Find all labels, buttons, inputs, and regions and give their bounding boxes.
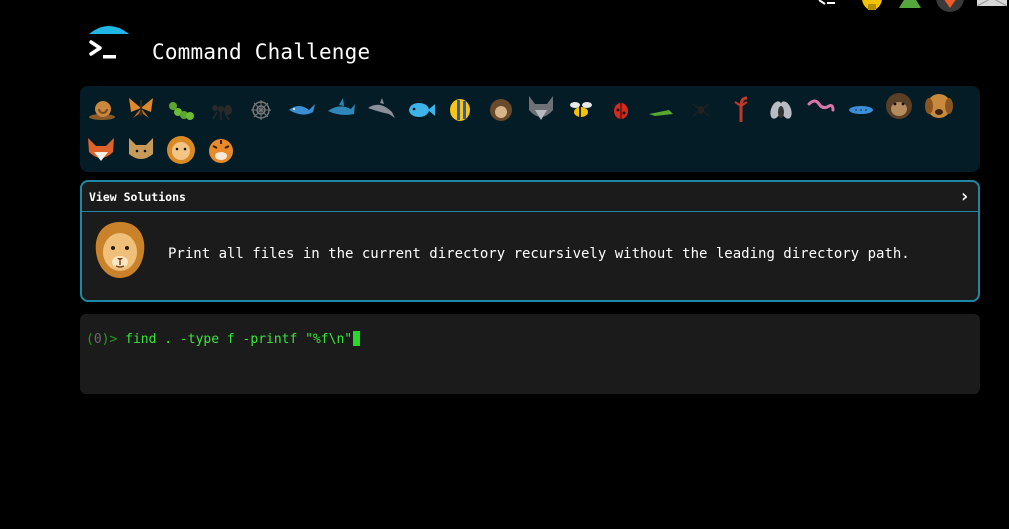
dog-icon [925, 94, 953, 118]
level-caterpillar[interactable] [165, 92, 197, 124]
tropical-fish-icon [450, 99, 470, 121]
chevron-right-icon: › [959, 186, 970, 207]
fish-icon [409, 103, 435, 117]
tree-icon[interactable] [897, 0, 923, 12]
page: Command Challenge View Solutions › Print… [0, 0, 1009, 529]
shark-icon [328, 98, 355, 115]
fly-icon [770, 101, 792, 119]
level-snail[interactable] [85, 92, 117, 124]
level-hedgehog[interactable] [485, 92, 517, 124]
level-ant[interactable] [205, 92, 237, 124]
level-worm[interactable] [805, 92, 837, 124]
bee-icon [570, 102, 592, 117]
top-toolbar [769, 0, 1009, 14]
level-monkey[interactable] [883, 90, 915, 122]
spider-icon [692, 103, 710, 117]
level-wolf[interactable] [525, 92, 557, 124]
hedgehog-icon [490, 99, 512, 121]
scorpion-icon [734, 96, 748, 122]
level-bee[interactable] [565, 92, 597, 124]
terminal-command[interactable]: find . -type f -printf "%f\n" [125, 332, 352, 347]
monkey-icon [886, 93, 912, 119]
level-cat[interactable] [125, 134, 157, 166]
level-grasshopper[interactable] [645, 92, 677, 124]
lion-icon [95, 222, 145, 278]
whale-icon [289, 104, 315, 115]
cat-icon [129, 138, 153, 159]
mail-icon[interactable] [975, 0, 1009, 12]
level-tropical-fish[interactable] [445, 92, 477, 124]
logo-icon[interactable] [87, 24, 131, 68]
dolphin-icon [368, 98, 395, 118]
grasshopper-icon [649, 110, 673, 116]
caterpillar-icon [169, 102, 194, 120]
challenge-description: Print all files in the current directory… [168, 246, 910, 262]
terminal-input-line[interactable]: (0)> find . -type f -printf "%f\n" [86, 331, 361, 347]
level-strip [80, 86, 980, 172]
lightbulb-icon[interactable] [857, 0, 887, 12]
level-ladybug[interactable] [605, 92, 637, 124]
microbe-icon [849, 106, 873, 114]
level-spider[interactable] [685, 92, 717, 124]
brave-icon[interactable] [933, 0, 967, 12]
snail-icon [89, 101, 115, 120]
terminal-prompt: (0)> [86, 332, 125, 347]
level-scorpion[interactable] [725, 92, 757, 124]
level-shark[interactable] [325, 92, 357, 124]
lion-icon [167, 136, 195, 164]
terminal[interactable]: (0)> find . -type f -printf "%f\n" [80, 314, 980, 394]
butterfly-icon [129, 98, 153, 118]
spider-web-icon [251, 100, 271, 120]
level-dog[interactable] [923, 90, 955, 122]
prompt-exit-code: 0 [93, 332, 102, 347]
view-solutions-toggle[interactable]: View Solutions › [82, 182, 978, 212]
tiger-icon [209, 139, 233, 163]
level-tiger[interactable] [205, 134, 237, 166]
terminal-icon[interactable] [817, 0, 837, 6]
level-fly[interactable] [765, 92, 797, 124]
level-fox[interactable] [85, 134, 117, 166]
app-title: Command Challenge [152, 40, 371, 64]
level-lion[interactable] [165, 134, 197, 166]
level-microbe[interactable] [845, 92, 877, 124]
ant-icon [212, 105, 232, 121]
level-spider-web[interactable] [245, 92, 277, 124]
level-dolphin[interactable] [365, 92, 397, 124]
level-fish[interactable] [405, 92, 437, 124]
prompt-open: ( [86, 332, 94, 347]
challenge-panel: View Solutions › Print all files in the … [80, 180, 980, 302]
terminal-cursor [353, 331, 361, 346]
level-whale[interactable] [285, 92, 317, 124]
worm-icon [807, 99, 835, 112]
view-solutions-label: View Solutions [89, 190, 186, 204]
prompt-close: )> [101, 332, 126, 347]
level-butterfly[interactable] [125, 92, 157, 124]
wolf-icon [529, 96, 553, 120]
fox-icon [88, 138, 114, 161]
ladybug-icon [614, 103, 628, 119]
